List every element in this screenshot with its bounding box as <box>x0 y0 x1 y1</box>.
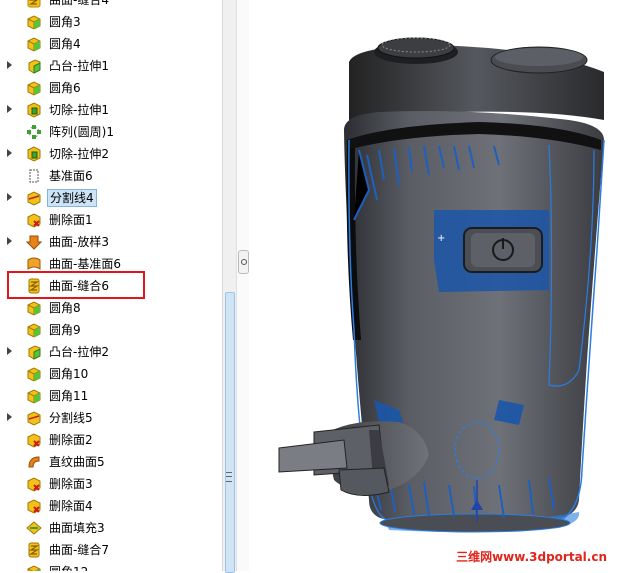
tree-item-label: 基准面6 <box>49 169 93 183</box>
tree-item-label: 圆角11 <box>49 389 89 403</box>
delete-face-icon <box>27 433 41 448</box>
tree-item-label: 圆角12 <box>49 564 88 571</box>
boss-extrude-icon <box>28 345 41 360</box>
tree-item[interactable]: 曲面填充3 <box>0 517 222 539</box>
cut-extrude-icon <box>27 102 41 118</box>
tree-item-label: 圆角4 <box>49 37 81 51</box>
expand-arrow-icon[interactable] <box>7 193 12 201</box>
tree-item-label: 分割线4 <box>47 189 97 207</box>
tree-item-label: 圆角10 <box>49 367 89 381</box>
circular-pattern-icon <box>27 125 41 139</box>
tree-item[interactable]: 圆角6 <box>0 77 222 99</box>
tree-item-label: 圆角9 <box>49 323 81 337</box>
delete-face-icon <box>27 213 41 228</box>
expand-arrow-icon[interactable] <box>7 61 12 69</box>
fillet-icon <box>27 81 41 96</box>
expand-arrow-icon[interactable] <box>7 347 12 355</box>
tree-item[interactable]: 凸台-拉伸2 <box>0 341 222 363</box>
tree-item[interactable]: 分割线4 <box>0 187 222 209</box>
tree-item[interactable]: 圆角3 <box>0 11 222 33</box>
splitter-handle-icon[interactable] <box>238 250 249 274</box>
svg-text:+: + <box>437 233 445 244</box>
expand-arrow-icon[interactable] <box>7 413 12 421</box>
tree-item[interactable]: 删除面1 <box>0 209 222 231</box>
fillet-icon <box>27 37 41 52</box>
delete-face-icon <box>27 477 41 492</box>
fillet-icon <box>27 301 41 316</box>
tree-item-label: 凸台-拉伸2 <box>49 345 109 359</box>
fillet-icon <box>27 389 41 404</box>
tree-item[interactable]: 圆角11 <box>0 385 222 407</box>
tree-item-label: 曲面填充3 <box>49 521 105 535</box>
tree-item[interactable]: 曲面-缝合7 <box>0 539 222 561</box>
annotation-highlight-box <box>7 271 145 299</box>
tree-item-label: 删除面4 <box>49 499 93 513</box>
tree-item-label: 圆角6 <box>49 81 81 95</box>
site-watermark: 三维网www.3dportal.cn <box>456 550 607 564</box>
tree-item[interactable]: 圆角10 <box>0 363 222 385</box>
expand-arrow-icon[interactable] <box>7 105 12 113</box>
tree-item-label: 删除面2 <box>49 433 93 447</box>
feature-manager-tree: 曲面-缝合4 圆角3 圆角4 凸台-拉伸1 圆角6 切除-拉伸1 阵列(圆周)1 切除-拉伸… <box>0 0 222 571</box>
fillet-icon <box>27 565 41 571</box>
tree-item[interactable]: 圆角4 <box>0 33 222 55</box>
tree-item[interactable]: 直纹曲面5 <box>0 451 222 473</box>
fillet-icon <box>27 15 41 30</box>
tree-item-partial[interactable]: 曲面-缝合4 <box>0 0 222 11</box>
boss-extrude-icon <box>28 59 41 74</box>
scrollbar-grip-icon <box>226 472 232 482</box>
surface-loft-icon <box>26 235 42 250</box>
tree-item-label: 切除-拉伸2 <box>49 147 109 161</box>
tree-item[interactable]: 删除面3 <box>0 473 222 495</box>
tree-item-label: 切除-拉伸1 <box>49 103 109 117</box>
shaver-cap <box>349 37 604 120</box>
tree-item-label: 曲面-缝合7 <box>49 543 109 557</box>
tree-item-label: 凸台-拉伸1 <box>49 59 109 73</box>
split-line-icon <box>27 191 41 206</box>
tree-item-label: 删除面3 <box>49 477 93 491</box>
planar-surface-icon <box>27 257 41 270</box>
tree-item[interactable]: 圆角12 <box>0 561 222 571</box>
cut-extrude-icon <box>27 146 41 162</box>
expand-arrow-icon[interactable] <box>7 237 12 245</box>
graphics-viewport[interactable]: + 三维网www.3dportal.cn <box>249 0 625 571</box>
panel-splitter[interactable] <box>236 0 249 571</box>
split-line-icon <box>27 411 41 426</box>
knit-surface-icon <box>27 0 41 8</box>
tree-scrollbar[interactable] <box>222 0 236 573</box>
scrollbar-thumb[interactable] <box>225 292 235 573</box>
plane-icon <box>29 169 39 183</box>
tree-item[interactable]: 圆角8 <box>0 297 222 319</box>
tree-item-label: 圆角8 <box>49 301 81 315</box>
delete-face-icon <box>27 499 41 514</box>
shaver-body-model[interactable]: + <box>249 0 625 571</box>
expand-arrow-icon[interactable] <box>7 149 12 157</box>
tree-item-label: 曲面-缝合4 <box>49 0 109 7</box>
tree-item[interactable]: 圆角9 <box>0 319 222 341</box>
tree-item[interactable]: 分割线5 <box>0 407 222 429</box>
knit-surface-icon <box>28 542 40 558</box>
fillet-icon <box>27 323 41 338</box>
tree-item[interactable]: 切除-拉伸1 <box>0 99 222 121</box>
tree-item[interactable]: 阵列(圆周)1 <box>0 121 222 143</box>
tree-item[interactable]: 凸台-拉伸1 <box>0 55 222 77</box>
tree-item-label: 曲面-放样3 <box>49 235 109 249</box>
tree-item-label: 圆角3 <box>49 15 81 29</box>
surface-fill-icon <box>26 521 42 535</box>
tree-item[interactable]: 删除面2 <box>0 429 222 451</box>
tree-item[interactable]: 曲面-放样3 <box>0 231 222 253</box>
tree-item-label: 曲面-基准面6 <box>49 257 121 271</box>
tree-item[interactable]: 基准面6 <box>0 165 222 187</box>
tree-item-label: 删除面1 <box>49 213 93 227</box>
fillet-icon <box>27 367 41 382</box>
tree-item-label: 直纹曲面5 <box>49 455 105 469</box>
tree-item-label: 阵列(圆周)1 <box>49 125 114 139</box>
ruled-surface-icon <box>28 456 40 468</box>
tree-item[interactable]: 切除-拉伸2 <box>0 143 222 165</box>
tree-item[interactable]: 删除面4 <box>0 495 222 517</box>
tree-item-label: 分割线5 <box>49 411 93 425</box>
